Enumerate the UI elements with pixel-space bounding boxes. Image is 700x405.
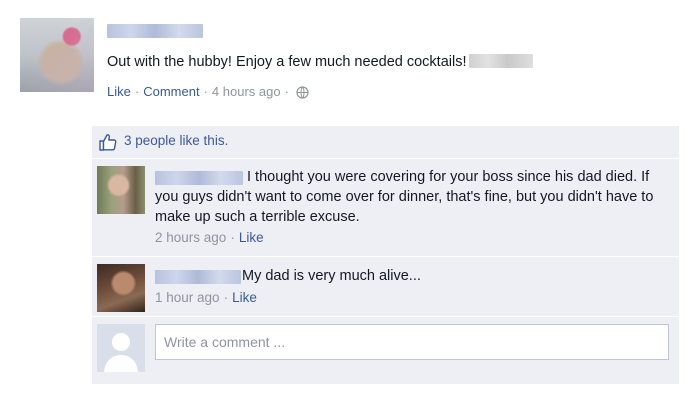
default-user-silhouette-icon (97, 324, 145, 372)
post-body: Out with the hubby! Enjoy a few much nee… (107, 54, 534, 70)
divider (92, 158, 679, 159)
current-user-avatar (97, 324, 145, 372)
separator-dot: · (284, 84, 289, 99)
poster-name-redacted[interactable] (107, 24, 203, 38)
comment-timestamp[interactable]: 1 hour ago (155, 290, 220, 305)
comment-meta: 1 hour ago · Like (155, 290, 257, 305)
commenter-avatar[interactable] (97, 264, 145, 312)
separator-dot: · (203, 84, 208, 99)
comment-timestamp[interactable]: 2 hours ago (155, 230, 226, 245)
poster-avatar[interactable] (20, 18, 94, 92)
separator-dot: · (230, 230, 235, 245)
divider (92, 256, 679, 257)
comment-meta: 2 hours ago · Like (155, 230, 264, 245)
comment-text: I thought you were covering for your bos… (155, 169, 654, 225)
comment-like-link[interactable]: Like (239, 230, 264, 245)
separator-dot: · (223, 290, 229, 305)
comment-text: My dad is very much alive... (242, 268, 421, 284)
likes-count-link[interactable]: 3 people like this. (124, 133, 228, 148)
likes-summary-row: 3 people like this. (92, 126, 679, 158)
post-action-row: Like · Comment · 4 hours ago · (107, 84, 309, 102)
comment-like-link[interactable]: Like (232, 290, 257, 305)
comment-link[interactable]: Comment (143, 84, 199, 99)
likes-summary-text[interactable]: 3 people like this. (124, 133, 228, 148)
commenter-avatar[interactable] (97, 166, 145, 214)
thumbs-up-icon[interactable] (98, 133, 118, 154)
post-timestamp[interactable]: 4 hours ago (212, 84, 281, 99)
separator-dot: · (134, 84, 140, 99)
post-text: Out with the hubby! Enjoy a few much nee… (107, 54, 467, 70)
comment-input[interactable] (155, 324, 669, 360)
like-link[interactable]: Like (107, 84, 131, 99)
globe-icon[interactable] (296, 86, 309, 102)
divider (92, 316, 679, 317)
post-tag-redacted (469, 54, 534, 68)
